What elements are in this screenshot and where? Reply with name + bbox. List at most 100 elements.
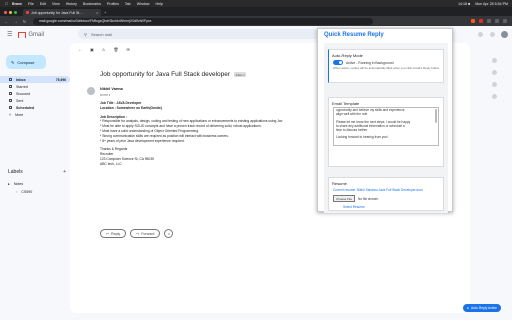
tasks-icon[interactable] [492,82,497,87]
back-icon[interactable]: ← [4,19,9,24]
label-item-cs590[interactable]: ◦ CS590 [16,190,32,194]
search-placeholder: Search mail [90,31,113,37]
account-avatar[interactable] [501,31,508,38]
forward-arrow-icon: ↪ [136,231,140,236]
reply-button[interactable]: ↩ Reply [100,229,127,238]
clock-icon [9,92,12,95]
search-input[interactable]: ⚲ Search mail [78,29,328,39]
gmail-sidebar: ✎ Compose Inbox 76,996 Starred Snoozed S… [0,43,70,320]
extensions-puzzle-icon[interactable] [487,19,491,23]
minimize-window-icon[interactable] [9,11,12,14]
settings-icon[interactable] [478,32,483,37]
compose-label: Compose [17,59,35,65]
nav-item-inbox[interactable]: Inbox 76,996 [0,76,70,83]
select-resume-link[interactable]: Select Resume [343,205,455,209]
forward-label: Forward [141,231,155,236]
auto-reply-active-badge[interactable]: ● Auto-Reply Active [462,304,501,312]
menu-icon[interactable] [503,19,507,23]
label-item-notes[interactable]: ▸ Notes [8,182,23,186]
apple-icon[interactable]:  [5,1,8,6]
recipient-toggle[interactable]: to me ▾ [100,93,110,97]
mark-unread-icon[interactable]: ✉ [126,47,129,52]
resume-extension-icon[interactable] [479,19,483,23]
nav-label: Sent [16,98,24,103]
calendar-icon[interactable] [492,58,497,63]
email-subject: Job opportunity for Java Full Stack deve… [100,71,247,78]
popup-content: Auto-Reply Mode Active - Running in Back… [324,43,448,213]
label-icon: ▸ [8,182,10,186]
archive-icon[interactable]: ▣ [90,47,94,52]
email-template-card: Email Template opportunity and believe m… [328,97,444,167]
compose-button[interactable]: ✎ Compose [6,55,46,69]
battery-status: 14:18 ■ [458,1,471,6]
menu-edit[interactable]: Edit [40,2,46,6]
textarea-scrollbar[interactable] [435,109,437,123]
tab-title: Job opportunity for Java Full St… [31,10,83,15]
main-menu-icon[interactable]: ☰ [7,31,12,38]
auto-reply-title: Auto-Reply Mode [332,53,363,58]
menu-view[interactable]: View [52,2,60,6]
menu-profiles[interactable]: Profiles [107,2,119,6]
smiley-icon: ☺ [167,231,171,236]
report-spam-icon[interactable]: ⚠ [102,47,106,52]
template-line: Looking forward to hearing from you! [336,135,388,140]
forward-button[interactable]: ↪ Forward [130,229,161,238]
nav-item-starred[interactable]: Starred [0,83,70,90]
emoji-reaction-button[interactable]: ☺ [164,229,174,238]
close-window-icon[interactable] [4,11,7,14]
contacts-icon[interactable] [492,94,497,99]
gmail-logo[interactable]: Gmail [18,31,44,38]
auto-reply-hint: When active, replies will be automatical… [333,66,440,70]
new-tab-icon[interactable]: + [104,10,106,15]
apps-grid-icon[interactable] [490,32,495,37]
browser-toolbar: ← → ↻ mail.google.com/mail/u/0/#inbox/FM… [0,16,512,26]
inbox-count: 76,996 [55,77,66,82]
menu-window[interactable]: Window [137,2,150,6]
template-textarea[interactable]: opportunity and believe my skills and ex… [333,107,439,146]
browser-tab[interactable]: Job opportunity for Java Full St… × [23,9,101,16]
menu-file[interactable]: File [28,2,34,6]
tab-strip: Job opportunity for Java Full St… × + [0,7,512,16]
auto-reply-card: Auto-Reply Mode Active - Running in Back… [328,49,444,83]
add-label-icon[interactable]: + [63,169,66,175]
reply-icon: ↩ [106,231,110,236]
menu-tab[interactable]: Tab [125,2,131,6]
window-controls [4,11,17,14]
delete-icon[interactable]: 🗑 [113,47,118,52]
nav-item-sent[interactable]: Sent [0,97,70,104]
nav-label: Inbox [16,77,26,82]
forward-icon[interactable]: → [13,19,18,24]
avatar [87,87,95,95]
auto-reply-active-label: Auto-Reply Active [470,306,497,310]
nav-item-more[interactable]: ˅ More [0,111,70,118]
sidebar-icon[interactable] [495,19,499,23]
keep-icon[interactable] [492,70,497,75]
url-text: mail.google.com/mail/u/0/#inbox/FMfcgzQb… [39,19,152,23]
gmail-m-icon [18,31,27,38]
pencil-icon: ✎ [11,59,15,65]
choose-file-button[interactable]: Choose File [333,195,356,202]
maximize-window-icon[interactable] [14,11,17,14]
reload-icon[interactable]: ↻ [22,19,27,24]
scheduled-icon [9,106,12,109]
gmail-favicon-icon [26,11,29,14]
inbox-icon [9,78,12,81]
menu-help[interactable]: Help [155,2,162,6]
menu-history[interactable]: History [66,2,77,6]
nav-item-scheduled[interactable]: Scheduled [0,104,70,111]
clock: Mon Apr 28 5:54 PM [475,1,508,6]
tab-close-icon[interactable]: × [96,11,98,15]
brave-shield-icon[interactable] [471,19,475,23]
auto-reply-toggle[interactable] [333,60,343,65]
inbox-label-chip[interactable]: Inbox × [234,72,247,77]
address-bar[interactable]: mail.google.com/mail/u/0/#inbox/FMfcgzQb… [33,17,373,25]
labels-section: Labels + [8,169,66,175]
back-to-inbox-icon[interactable]: ← [78,47,82,52]
menu-brave[interactable]: Brave [12,2,22,6]
right-side-panel [470,26,512,320]
nav-item-snoozed[interactable]: Snoozed [0,90,70,97]
subject-text: Job opportunity for Java Full Stack deve… [100,71,231,78]
search-icon: ⚲ [84,31,87,37]
current-resume-link[interactable]: Current resume: Nikhil Sandaru Java Full… [333,188,445,192]
menu-bookmarks[interactable]: Bookmarks [83,2,101,6]
